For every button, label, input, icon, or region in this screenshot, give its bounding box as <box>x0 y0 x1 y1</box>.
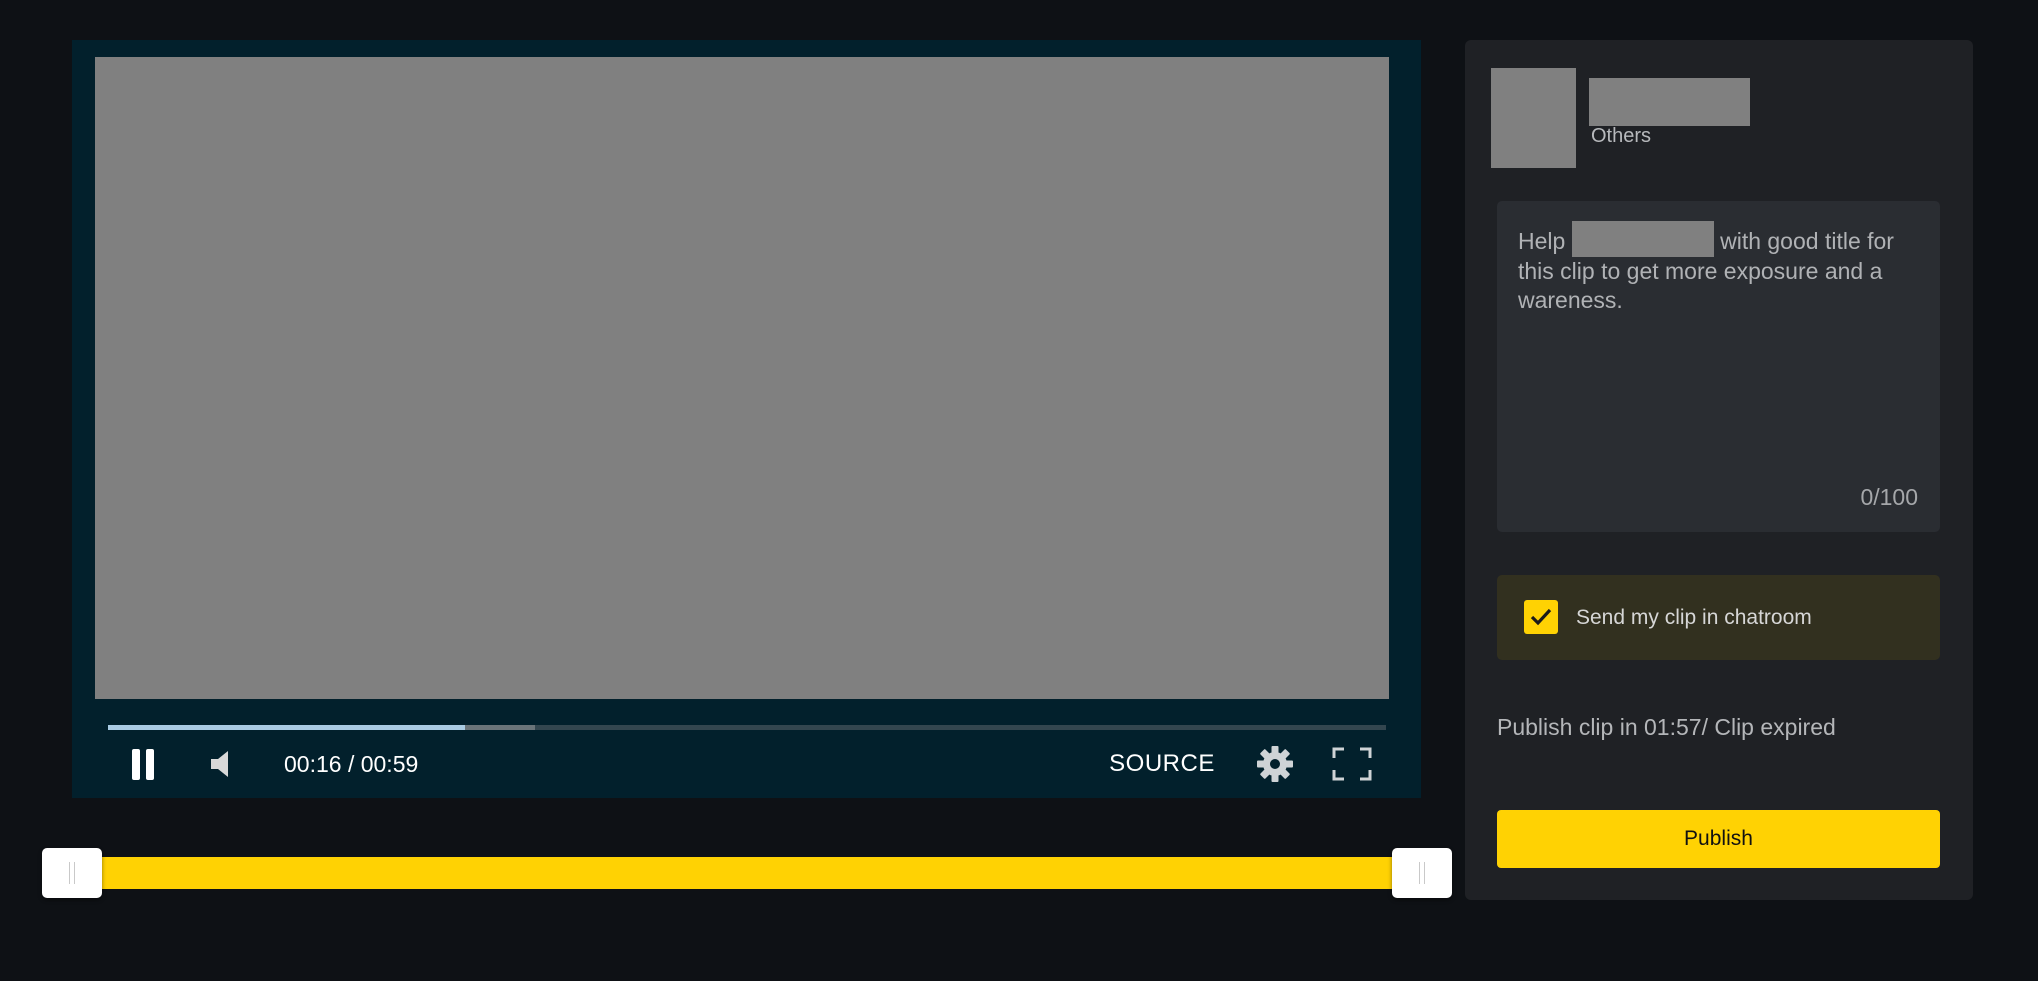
redacted-streamer-name <box>1571 221 1714 257</box>
volume-icon <box>211 751 228 777</box>
send-to-chatroom-label: Send my clip in chatroom <box>1576 605 1812 629</box>
grip-icon <box>69 862 75 884</box>
gear-icon <box>1257 746 1293 782</box>
grip-icon <box>1419 862 1425 884</box>
clip-details-panel: Others Help with good title for this cli… <box>1465 40 1973 900</box>
publish-timer: Publish clip in 01:57/ Clip expired <box>1497 714 1836 740</box>
time-display: 00:16 / 00:59 <box>284 750 419 777</box>
clip-title-input[interactable]: Help with good title for this clip to ge… <box>1497 201 1940 532</box>
checkmark-icon <box>1530 608 1552 626</box>
character-counter: 0/100 <box>1860 484 1918 510</box>
quality-source-button[interactable]: SOURCE <box>1102 730 1222 798</box>
trim-end-handle[interactable] <box>1392 848 1452 898</box>
fullscreen-button[interactable] <box>1327 730 1377 798</box>
player-controls: 00:16 / 00:59 SOURCE <box>72 730 1421 798</box>
send-to-chatroom-checkbox[interactable] <box>1524 600 1558 634</box>
video-player: 00:16 / 00:59 SOURCE <box>72 40 1421 798</box>
streamer-name <box>1589 78 1750 126</box>
trim-start-handle[interactable] <box>42 848 102 898</box>
clip-title-placeholder: Help with good title for this clip to ge… <box>1518 221 1923 315</box>
video-frame[interactable] <box>95 57 1389 699</box>
trim-selected-range <box>72 857 1422 889</box>
streamer-avatar <box>1491 68 1576 168</box>
clip-trim-slider <box>42 848 1452 898</box>
stream-category: Others <box>1591 125 1652 147</box>
volume-button[interactable] <box>202 730 242 798</box>
settings-button[interactable] <box>1250 730 1300 798</box>
pause-icon <box>129 748 157 780</box>
publish-button[interactable]: Publish <box>1497 810 1940 868</box>
send-to-chatroom-option[interactable]: Send my clip in chatroom <box>1497 575 1940 660</box>
fullscreen-icon <box>1332 747 1372 781</box>
pause-button[interactable] <box>122 730 164 798</box>
